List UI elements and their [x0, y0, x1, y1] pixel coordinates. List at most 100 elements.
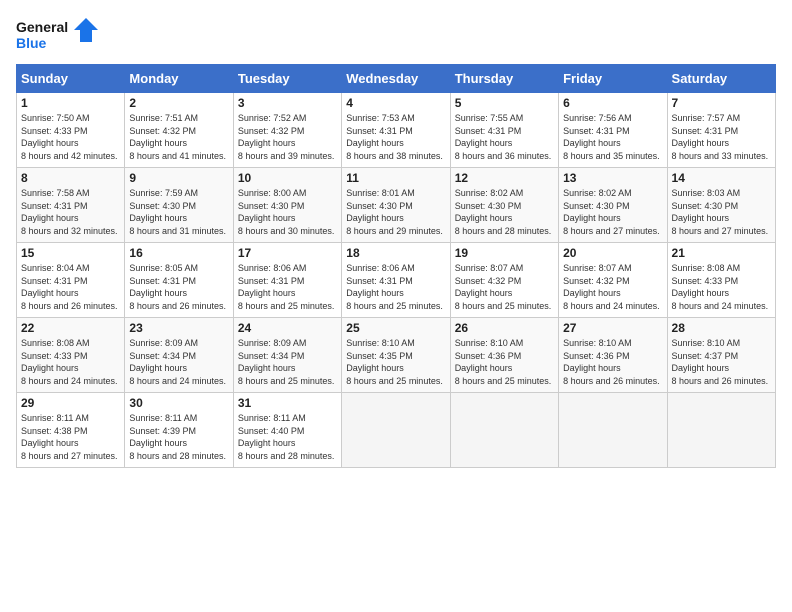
day-number: 13 — [563, 171, 662, 185]
day-info: Sunrise: 8:06 AM Sunset: 4:31 PM Dayligh… — [346, 262, 445, 312]
calendar-day-cell: 3 Sunrise: 7:52 AM Sunset: 4:32 PM Dayli… — [233, 93, 341, 168]
day-number: 11 — [346, 171, 445, 185]
calendar-day-cell: 7 Sunrise: 7:57 AM Sunset: 4:31 PM Dayli… — [667, 93, 775, 168]
col-friday: Friday — [559, 65, 667, 93]
day-number: 3 — [238, 96, 337, 110]
day-info: Sunrise: 7:53 AM Sunset: 4:31 PM Dayligh… — [346, 112, 445, 162]
calendar-week-row: 15 Sunrise: 8:04 AM Sunset: 4:31 PM Dayl… — [17, 243, 776, 318]
day-info: Sunrise: 8:11 AM Sunset: 4:38 PM Dayligh… — [21, 412, 120, 462]
header-row: Sunday Monday Tuesday Wednesday Thursday… — [17, 65, 776, 93]
calendar-day-cell: 16 Sunrise: 8:05 AM Sunset: 4:31 PM Dayl… — [125, 243, 233, 318]
day-number: 29 — [21, 396, 120, 410]
day-info: Sunrise: 7:52 AM Sunset: 4:32 PM Dayligh… — [238, 112, 337, 162]
day-info: Sunrise: 8:09 AM Sunset: 4:34 PM Dayligh… — [238, 337, 337, 387]
day-number: 26 — [455, 321, 554, 335]
day-info: Sunrise: 8:11 AM Sunset: 4:40 PM Dayligh… — [238, 412, 337, 462]
svg-text:General: General — [16, 19, 68, 35]
calendar-day-cell: 31 Sunrise: 8:11 AM Sunset: 4:40 PM Dayl… — [233, 393, 341, 468]
day-info: Sunrise: 8:07 AM Sunset: 4:32 PM Dayligh… — [563, 262, 662, 312]
logo-svg: General Blue — [16, 16, 106, 54]
calendar-day-cell: 2 Sunrise: 7:51 AM Sunset: 4:32 PM Dayli… — [125, 93, 233, 168]
day-info: Sunrise: 7:58 AM Sunset: 4:31 PM Dayligh… — [21, 187, 120, 237]
day-info: Sunrise: 7:57 AM Sunset: 4:31 PM Dayligh… — [672, 112, 771, 162]
day-info: Sunrise: 8:08 AM Sunset: 4:33 PM Dayligh… — [672, 262, 771, 312]
day-info: Sunrise: 8:10 AM Sunset: 4:37 PM Dayligh… — [672, 337, 771, 387]
calendar-day-cell: 10 Sunrise: 8:00 AM Sunset: 4:30 PM Dayl… — [233, 168, 341, 243]
day-info: Sunrise: 8:08 AM Sunset: 4:33 PM Dayligh… — [21, 337, 120, 387]
calendar-day-cell: 15 Sunrise: 8:04 AM Sunset: 4:31 PM Dayl… — [17, 243, 125, 318]
day-number: 19 — [455, 246, 554, 260]
day-number: 24 — [238, 321, 337, 335]
calendar-day-cell — [559, 393, 667, 468]
day-number: 8 — [21, 171, 120, 185]
calendar-week-row: 22 Sunrise: 8:08 AM Sunset: 4:33 PM Dayl… — [17, 318, 776, 393]
day-info: Sunrise: 7:59 AM Sunset: 4:30 PM Dayligh… — [129, 187, 228, 237]
day-info: Sunrise: 8:01 AM Sunset: 4:30 PM Dayligh… — [346, 187, 445, 237]
day-info: Sunrise: 8:10 AM Sunset: 4:36 PM Dayligh… — [455, 337, 554, 387]
calendar-day-cell: 26 Sunrise: 8:10 AM Sunset: 4:36 PM Dayl… — [450, 318, 558, 393]
day-info: Sunrise: 8:11 AM Sunset: 4:39 PM Dayligh… — [129, 412, 228, 462]
day-info: Sunrise: 8:06 AM Sunset: 4:31 PM Dayligh… — [238, 262, 337, 312]
calendar-day-cell: 20 Sunrise: 8:07 AM Sunset: 4:32 PM Dayl… — [559, 243, 667, 318]
day-number: 6 — [563, 96, 662, 110]
day-info: Sunrise: 8:10 AM Sunset: 4:35 PM Dayligh… — [346, 337, 445, 387]
day-info: Sunrise: 8:05 AM Sunset: 4:31 PM Dayligh… — [129, 262, 228, 312]
day-number: 9 — [129, 171, 228, 185]
day-number: 21 — [672, 246, 771, 260]
day-number: 1 — [21, 96, 120, 110]
day-number: 15 — [21, 246, 120, 260]
day-number: 2 — [129, 96, 228, 110]
col-tuesday: Tuesday — [233, 65, 341, 93]
calendar-day-cell: 6 Sunrise: 7:56 AM Sunset: 4:31 PM Dayli… — [559, 93, 667, 168]
day-info: Sunrise: 7:51 AM Sunset: 4:32 PM Dayligh… — [129, 112, 228, 162]
calendar-day-cell: 5 Sunrise: 7:55 AM Sunset: 4:31 PM Dayli… — [450, 93, 558, 168]
day-info: Sunrise: 8:00 AM Sunset: 4:30 PM Dayligh… — [238, 187, 337, 237]
day-number: 20 — [563, 246, 662, 260]
day-number: 4 — [346, 96, 445, 110]
calendar-table: Sunday Monday Tuesday Wednesday Thursday… — [16, 64, 776, 468]
day-number: 18 — [346, 246, 445, 260]
day-info: Sunrise: 8:04 AM Sunset: 4:31 PM Dayligh… — [21, 262, 120, 312]
calendar-day-cell: 24 Sunrise: 8:09 AM Sunset: 4:34 PM Dayl… — [233, 318, 341, 393]
calendar-day-cell: 28 Sunrise: 8:10 AM Sunset: 4:37 PM Dayl… — [667, 318, 775, 393]
calendar-day-cell: 13 Sunrise: 8:02 AM Sunset: 4:30 PM Dayl… — [559, 168, 667, 243]
day-number: 17 — [238, 246, 337, 260]
calendar-day-cell: 21 Sunrise: 8:08 AM Sunset: 4:33 PM Dayl… — [667, 243, 775, 318]
calendar-day-cell: 27 Sunrise: 8:10 AM Sunset: 4:36 PM Dayl… — [559, 318, 667, 393]
svg-text:Blue: Blue — [16, 35, 47, 51]
calendar-day-cell: 22 Sunrise: 8:08 AM Sunset: 4:33 PM Dayl… — [17, 318, 125, 393]
calendar-day-cell: 29 Sunrise: 8:11 AM Sunset: 4:38 PM Dayl… — [17, 393, 125, 468]
day-info: Sunrise: 8:02 AM Sunset: 4:30 PM Dayligh… — [563, 187, 662, 237]
calendar-day-cell: 8 Sunrise: 7:58 AM Sunset: 4:31 PM Dayli… — [17, 168, 125, 243]
day-info: Sunrise: 8:10 AM Sunset: 4:36 PM Dayligh… — [563, 337, 662, 387]
calendar-day-cell: 9 Sunrise: 7:59 AM Sunset: 4:30 PM Dayli… — [125, 168, 233, 243]
day-info: Sunrise: 7:50 AM Sunset: 4:33 PM Dayligh… — [21, 112, 120, 162]
logo: General Blue — [16, 16, 106, 54]
day-number: 12 — [455, 171, 554, 185]
calendar-day-cell: 11 Sunrise: 8:01 AM Sunset: 4:30 PM Dayl… — [342, 168, 450, 243]
day-number: 28 — [672, 321, 771, 335]
day-number: 16 — [129, 246, 228, 260]
calendar-week-row: 29 Sunrise: 8:11 AM Sunset: 4:38 PM Dayl… — [17, 393, 776, 468]
day-info: Sunrise: 8:09 AM Sunset: 4:34 PM Dayligh… — [129, 337, 228, 387]
col-sunday: Sunday — [17, 65, 125, 93]
day-info: Sunrise: 8:07 AM Sunset: 4:32 PM Dayligh… — [455, 262, 554, 312]
col-thursday: Thursday — [450, 65, 558, 93]
calendar-day-cell: 17 Sunrise: 8:06 AM Sunset: 4:31 PM Dayl… — [233, 243, 341, 318]
day-info: Sunrise: 7:55 AM Sunset: 4:31 PM Dayligh… — [455, 112, 554, 162]
calendar-day-cell: 4 Sunrise: 7:53 AM Sunset: 4:31 PM Dayli… — [342, 93, 450, 168]
calendar-day-cell — [342, 393, 450, 468]
calendar-day-cell: 23 Sunrise: 8:09 AM Sunset: 4:34 PM Dayl… — [125, 318, 233, 393]
col-monday: Monday — [125, 65, 233, 93]
day-number: 14 — [672, 171, 771, 185]
day-number: 31 — [238, 396, 337, 410]
day-info: Sunrise: 8:02 AM Sunset: 4:30 PM Dayligh… — [455, 187, 554, 237]
col-wednesday: Wednesday — [342, 65, 450, 93]
calendar-day-cell: 18 Sunrise: 8:06 AM Sunset: 4:31 PM Dayl… — [342, 243, 450, 318]
calendar-day-cell: 25 Sunrise: 8:10 AM Sunset: 4:35 PM Dayl… — [342, 318, 450, 393]
day-number: 7 — [672, 96, 771, 110]
page-header: General Blue — [16, 16, 776, 54]
calendar-day-cell — [450, 393, 558, 468]
day-number: 23 — [129, 321, 228, 335]
calendar-day-cell: 12 Sunrise: 8:02 AM Sunset: 4:30 PM Dayl… — [450, 168, 558, 243]
